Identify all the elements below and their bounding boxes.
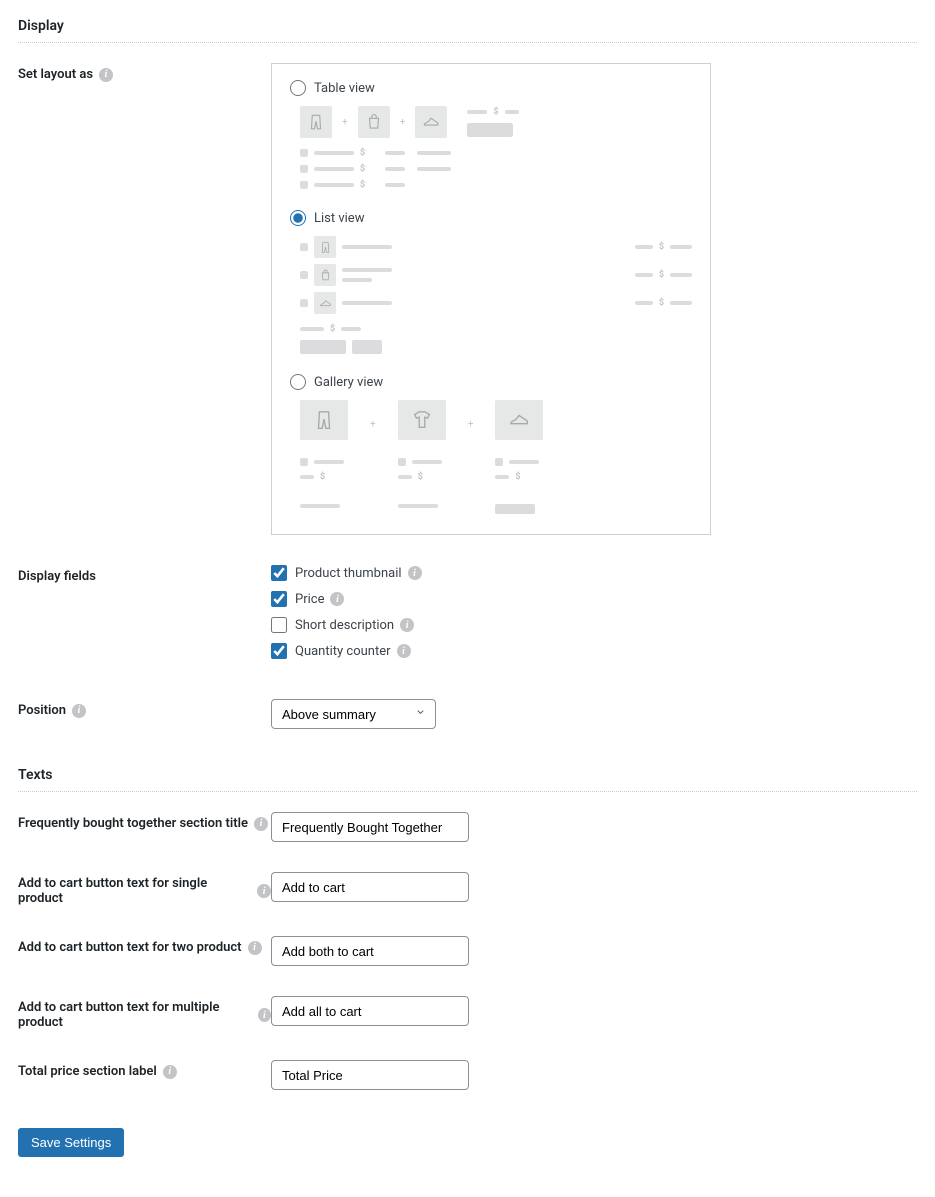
checkbox-label-short-description[interactable]: Short description [295,618,414,633]
info-icon[interactable] [408,566,422,580]
checkbox-price[interactable] [271,591,287,607]
label-position: Position [18,699,271,718]
input-fbt-title[interactable] [271,812,469,842]
radio-label-table[interactable]: Table view [314,81,375,96]
input-total-label[interactable] [271,1060,469,1090]
label-add-two: Add to cart button text for two product [18,936,271,955]
input-add-two[interactable] [271,936,469,966]
bag-icon [358,106,390,138]
row-layout: Set layout as Table view + + $ [18,63,917,535]
shirt-icon [398,400,446,440]
radio-gallery-view[interactable] [290,374,306,390]
info-icon[interactable] [397,644,411,658]
info-icon[interactable] [257,884,271,898]
preview-gallery: + + $ + [300,400,692,514]
save-settings-button[interactable]: Save Settings [18,1128,124,1157]
label-total-label: Total price section label [18,1060,271,1079]
section-title-texts: Texts [18,759,917,792]
label-display-fields: Display fields [18,565,271,584]
label-add-multiple: Add to cart button text for multiple pro… [18,996,271,1030]
preview-table: + + $ $ $ $ [300,106,692,190]
checkbox-label-price[interactable]: Price [295,592,344,607]
info-icon[interactable] [400,618,414,632]
info-icon[interactable] [258,1008,271,1022]
pants-icon [300,400,348,440]
info-icon[interactable] [248,941,262,955]
pants-icon [314,236,336,258]
row-fbt-title: Frequently bought together section title [18,812,917,842]
radio-label-list[interactable]: List view [314,211,364,226]
row-add-two: Add to cart button text for two product [18,936,917,966]
radio-table-view[interactable] [290,80,306,96]
pants-icon [300,106,332,138]
section-title-display: Display [18,10,917,43]
input-add-single[interactable] [271,872,469,902]
info-icon[interactable] [330,592,344,606]
preview-list: $ $ $ $ [300,236,692,354]
checkbox-thumbnail[interactable] [271,565,287,581]
bag-icon [314,264,336,286]
label-fbt-title: Frequently bought together section title [18,812,271,831]
layout-panel: Table view + + $ $ $ $ [271,63,711,535]
row-total-label: Total price section label [18,1060,917,1090]
select-position[interactable]: Above summary [271,699,436,729]
shoe-icon [495,400,543,440]
info-icon[interactable] [99,68,113,82]
info-icon[interactable] [254,817,268,831]
shoe-icon [314,292,336,314]
row-add-single: Add to cart button text for single produ… [18,872,917,906]
row-display-fields: Display fields Product thumbnail Price S… [18,565,917,669]
label-add-single: Add to cart button text for single produ… [18,872,271,906]
label-layout: Set layout as [18,63,271,82]
row-position: Position Above summary [18,699,917,729]
checkbox-label-thumbnail[interactable]: Product thumbnail [295,566,422,581]
input-add-multiple[interactable] [271,996,469,1026]
checkbox-short-description[interactable] [271,617,287,633]
checkbox-label-quantity-counter[interactable]: Quantity counter [295,644,411,659]
shoe-icon [415,106,447,138]
checkbox-quantity-counter[interactable] [271,643,287,659]
radio-label-gallery[interactable]: Gallery view [314,375,383,390]
row-add-multiple: Add to cart button text for multiple pro… [18,996,917,1030]
info-icon[interactable] [163,1065,177,1079]
radio-list-view[interactable] [290,210,306,226]
info-icon[interactable] [72,704,86,718]
